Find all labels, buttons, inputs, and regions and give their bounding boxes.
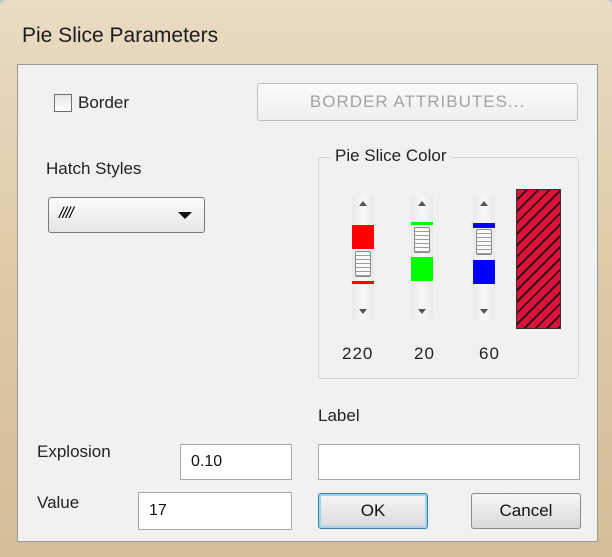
green-slider[interactable] — [411, 195, 433, 320]
dialog-window: Pie Slice Parameters Border BORDER ATTRI… — [0, 0, 612, 557]
label-input[interactable] — [318, 444, 580, 480]
red-slider-fill — [352, 225, 374, 249]
ok-button[interactable]: OK — [318, 493, 428, 529]
hatch-styles-value: //// — [59, 205, 74, 222]
red-slider-thumb[interactable] — [355, 251, 371, 277]
red-slider-marker — [352, 281, 374, 284]
green-slider-marker — [411, 222, 433, 225]
border-label-text: Border — [78, 93, 130, 112]
value-input-value: 17 — [149, 502, 167, 519]
chevron-down-icon — [178, 212, 192, 219]
arrow-down-icon[interactable] — [418, 309, 426, 314]
ok-button-label: OK — [360, 501, 386, 520]
border-label: Border — [78, 93, 129, 113]
blue-slider-thumb[interactable] — [476, 229, 492, 255]
value-input[interactable]: 17 — [138, 492, 292, 530]
green-slider-fill — [411, 257, 433, 281]
dialog-client-area: Border BORDER ATTRIBUTES... Hatch Styles… — [17, 64, 598, 542]
arrow-up-icon[interactable] — [359, 201, 367, 206]
red-slider[interactable] — [352, 195, 374, 320]
color-preview-swatch — [516, 189, 561, 329]
blue-slider[interactable] — [473, 195, 495, 320]
pie-slice-color-title: Pie Slice Color — [331, 146, 451, 166]
explosion-label: Explosion — [37, 442, 111, 461]
hatch-styles-label: Hatch Styles — [46, 159, 142, 178]
arrow-down-icon[interactable] — [480, 309, 488, 314]
blue-slider-marker — [473, 223, 495, 228]
border-checkbox[interactable] — [54, 94, 72, 112]
explosion-input-value: 0.10 — [191, 453, 223, 470]
hatch-styles-select[interactable]: //// — [48, 197, 205, 233]
window-title: Pie Slice Parameters — [22, 24, 219, 47]
arrow-up-icon[interactable] — [480, 201, 488, 206]
cancel-button-label: Cancel — [499, 501, 553, 520]
red-value: 220 — [342, 344, 374, 363]
green-value: 20 — [414, 344, 435, 363]
blue-slider-track — [473, 195, 495, 320]
arrow-up-icon[interactable] — [418, 201, 426, 206]
border-attributes-button[interactable]: BORDER ATTRIBUTES... — [257, 83, 578, 121]
label-label: Label — [318, 406, 360, 425]
arrow-down-icon[interactable] — [359, 309, 367, 314]
border-attributes-label: BORDER ATTRIBUTES... — [309, 92, 526, 111]
value-label: Value — [37, 493, 80, 512]
cancel-button[interactable]: Cancel — [471, 493, 581, 529]
blue-slider-fill — [473, 260, 495, 284]
explosion-input[interactable]: 0.10 — [180, 444, 292, 480]
blue-value: 60 — [479, 344, 500, 363]
green-slider-thumb[interactable] — [414, 227, 430, 253]
